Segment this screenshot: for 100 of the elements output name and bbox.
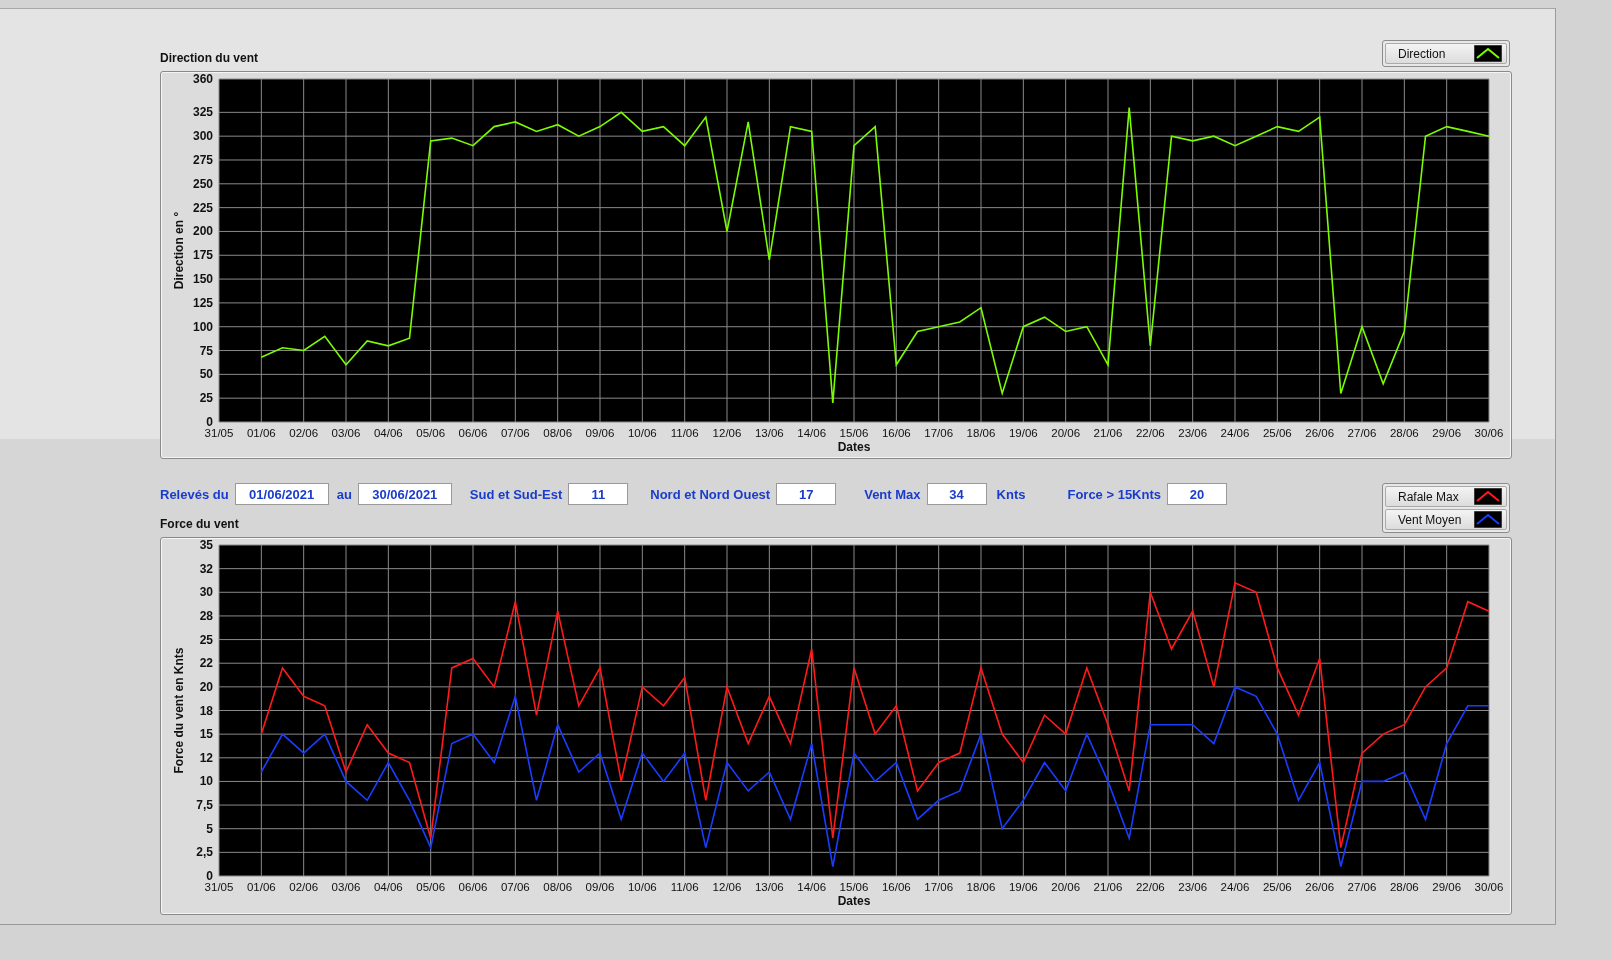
axis-tick-label: 12 [199, 750, 213, 765]
axis-tick-label: 10/06 [627, 881, 657, 893]
legend-item[interactable]: Vent Moyen [1385, 509, 1507, 530]
axis-tick-label: 23/06 [1178, 881, 1208, 893]
axis-tick-label: 22 [199, 656, 213, 671]
axis-tick-label: 25 [199, 391, 213, 406]
axis-tick-label: 22/06 [1135, 881, 1165, 893]
axis-tick-label: 12/06 [712, 881, 742, 893]
field-label: Force > 15Knts [1067, 486, 1161, 502]
axis-tick-label: 75 [199, 343, 213, 358]
axis-tick-label: 20/06 [1051, 881, 1081, 893]
axis-tick-label: 17/06 [924, 881, 954, 893]
axis-tick-label: 09/06 [585, 881, 615, 893]
axis-tick-label: 14/06 [797, 881, 827, 893]
axis-tick-label: 18/06 [966, 881, 996, 893]
axis-tick-label: 23/06 [1178, 427, 1208, 439]
axis-tick-label: 275 [192, 153, 213, 167]
axis-tick-label: 24/06 [1220, 427, 1250, 439]
axis-tick-label: 300 [192, 129, 213, 144]
axis-tick-label: 0 [206, 415, 213, 429]
unit-label: Knts [996, 486, 1026, 502]
legend-item[interactable]: Rafale Max [1385, 486, 1507, 507]
axis-tick-label: 125 [192, 295, 213, 310]
axis-tick-label: 15/06 [839, 427, 869, 439]
field-label: Relevés du [160, 486, 229, 502]
axis-tick-label: 13/06 [754, 427, 784, 439]
axis-tick-label: 11/06 [670, 427, 699, 439]
axis-tick-label: 04/06 [373, 881, 403, 893]
axis-tick-label: 21/06 [1093, 427, 1123, 439]
axis-tick-label: 150 [192, 272, 213, 287]
axis-tick-label: 200 [192, 224, 213, 239]
axis-tick-label: 12/06 [712, 427, 742, 439]
field-label: Nord et Nord Ouest [650, 486, 771, 502]
axis-tick-label: 16/06 [881, 881, 911, 893]
legend-label: Vent Moyen [1398, 512, 1462, 527]
axis-tick-label: 100 [192, 319, 213, 334]
field-label: Sud et Sud-Est [469, 486, 563, 502]
axis-tick-label: 13/06 [754, 881, 784, 893]
value-field[interactable]: 20 [1167, 483, 1227, 505]
axis-tick-label: 18/06 [966, 427, 996, 439]
axis-title: Dates [837, 440, 871, 454]
axis-tick-label: 19/06 [1008, 427, 1038, 439]
axis-tick-label: 09/06 [585, 427, 615, 439]
axis-tick-label: 18 [199, 703, 213, 718]
axis-tick-label: 02/06 [289, 881, 319, 893]
axis-tick-label: 08/06 [543, 881, 573, 893]
axis-tick-label: 28/06 [1389, 881, 1419, 893]
axis-tick-label: 05/06 [416, 427, 446, 439]
axis-title: Force du vent en Knts [172, 647, 186, 774]
axis-tick-label: 10 [199, 774, 213, 789]
value-field[interactable]: 34 [926, 483, 987, 505]
legend-item[interactable]: Direction [1385, 43, 1507, 64]
axis-tick-label: 02/06 [289, 427, 319, 439]
axis-tick-label: 17/06 [924, 427, 954, 439]
axis-tick-label: 20 [199, 679, 213, 694]
axis-tick-label: 21/06 [1093, 881, 1123, 893]
axis-tick-label: 20/06 [1051, 427, 1081, 439]
axis-tick-label: 25/06 [1262, 427, 1292, 439]
value-field[interactable]: 30/06/2021 [357, 483, 452, 505]
axis-tick-label: 32 [199, 561, 213, 576]
axis-tick-label: 11/06 [670, 881, 699, 893]
axis-tick-label: 29/06 [1432, 881, 1462, 893]
legend-swatch-icon [1474, 45, 1502, 62]
axis-tick-label: 2,5 [196, 845, 213, 860]
axis-tick-label: 03/06 [331, 881, 361, 893]
axis-tick-label: 30/06 [1474, 427, 1504, 439]
axis-tick-label: 16/06 [881, 427, 911, 439]
axis-tick-label: 24/06 [1220, 881, 1250, 893]
axis-tick-label: 30 [199, 585, 213, 600]
axis-tick-label: 14/06 [797, 427, 827, 439]
axis-tick-label: 15/06 [839, 881, 869, 893]
axis-tick-label: 22/06 [1135, 427, 1165, 439]
axis-tick-label: 31/05 [204, 427, 234, 439]
value-field[interactable]: 11 [568, 483, 629, 505]
axis-tick-label: 30/06 [1474, 881, 1504, 893]
axis-tick-label: 35 [199, 538, 213, 552]
axis-tick-label: 250 [192, 176, 213, 191]
axis-tick-label: 26/06 [1305, 881, 1335, 893]
axis-tick-label: 25/06 [1262, 881, 1292, 893]
axis-tick-label: 50 [199, 367, 213, 382]
field-label: Vent Max [864, 486, 921, 502]
legend-swatch-icon [1474, 511, 1502, 528]
axis-tick-label: 27/06 [1347, 881, 1377, 893]
axis-tick-label: 360 [192, 72, 213, 86]
axis-tick-label: 03/06 [331, 427, 361, 439]
axis-tick-label: 07/06 [500, 427, 530, 439]
axis-tick-label: 0 [206, 869, 213, 883]
axis-tick-label: 26/06 [1305, 427, 1335, 439]
legend-label: Rafale Max [1398, 489, 1459, 504]
field-label: au [336, 486, 352, 502]
chart-title: Direction du vent [160, 51, 258, 65]
axis-tick-label: 28/06 [1389, 427, 1419, 439]
axis-title: Dates [837, 894, 871, 908]
value-field[interactable]: 01/06/2021 [234, 483, 329, 505]
value-field[interactable]: 17 [776, 483, 837, 505]
axis-tick-label: 175 [192, 248, 213, 263]
legend-swatch-icon [1474, 488, 1502, 505]
axis-tick-label: 05/06 [416, 881, 446, 893]
axis-tick-label: 31/05 [204, 881, 234, 893]
axis-tick-label: 10/06 [627, 427, 657, 439]
